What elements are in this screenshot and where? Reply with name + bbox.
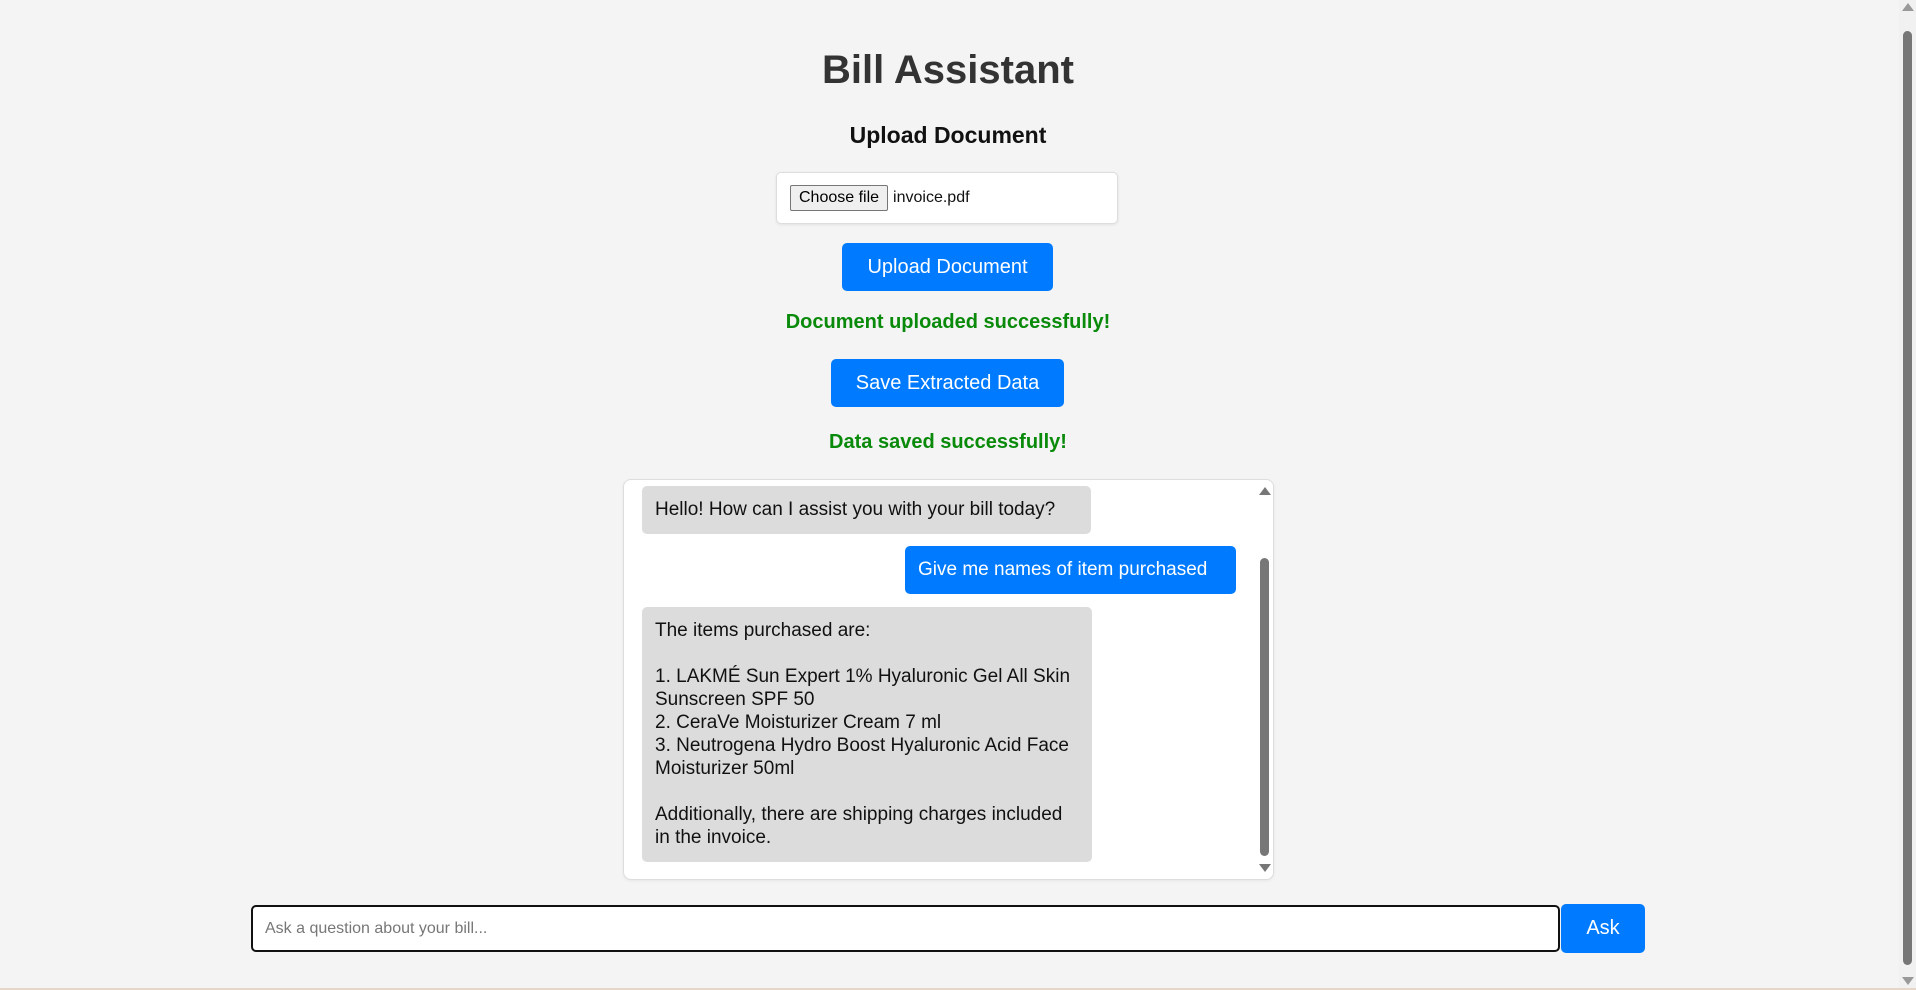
ask-button[interactable]: Ask: [1561, 904, 1645, 953]
assistant-message: The items purchased are: 1. LAKMÉ Sun Ex…: [642, 607, 1092, 862]
save-success-message: Data saved successfully!: [829, 431, 1067, 453]
scroll-down-arrow-icon[interactable]: [1259, 864, 1271, 872]
choose-file-button[interactable]: Choose file: [790, 185, 889, 211]
selected-file-name: invoice.pdf: [893, 189, 970, 206]
chat-window[interactable]: Hello! How can I assist you with your bi…: [623, 479, 1274, 880]
scroll-up-arrow-icon[interactable]: [1259, 487, 1271, 495]
message-outro: Additionally, there are shipping charges…: [655, 804, 1063, 848]
save-extracted-data-button[interactable]: Save Extracted Data: [831, 359, 1064, 407]
page-scrollbar[interactable]: [1899, 0, 1916, 988]
page-scrollbar-thumb[interactable]: [1903, 31, 1912, 965]
assistant-message: Hello! How can I assist you with your bi…: [642, 486, 1091, 534]
upload-success-message: Document uploaded successfully!: [785, 311, 1111, 333]
question-input[interactable]: [251, 905, 1560, 952]
upload-section-title: Upload Document: [849, 122, 1047, 148]
message-list-item: 1. LAKMÉ Sun Expert 1% Hyaluronic Gel Al…: [655, 666, 1071, 710]
message-list-item: 3. Neutrogena Hydro Boost Hyaluronic Aci…: [655, 735, 1069, 779]
page: Bill Assistant Upload Document Choose fi…: [0, 0, 1916, 990]
scroll-down-arrow-icon[interactable]: [1902, 977, 1914, 985]
message-list-item: 2. CeraVe Moisturizer Cream 7 ml: [655, 712, 942, 733]
user-message: Give me names of item purchased: [905, 546, 1236, 594]
file-input-container: Choose file invoice.pdf: [776, 172, 1118, 224]
app-title: Bill Assistant: [822, 48, 1074, 92]
scroll-up-arrow-icon[interactable]: [1902, 3, 1914, 11]
upload-document-button[interactable]: Upload Document: [842, 243, 1053, 291]
chat-scrollbar-thumb[interactable]: [1260, 558, 1269, 856]
chat-scrollbar[interactable]: [1256, 480, 1273, 879]
message-intro: The items purchased are:: [655, 620, 871, 641]
